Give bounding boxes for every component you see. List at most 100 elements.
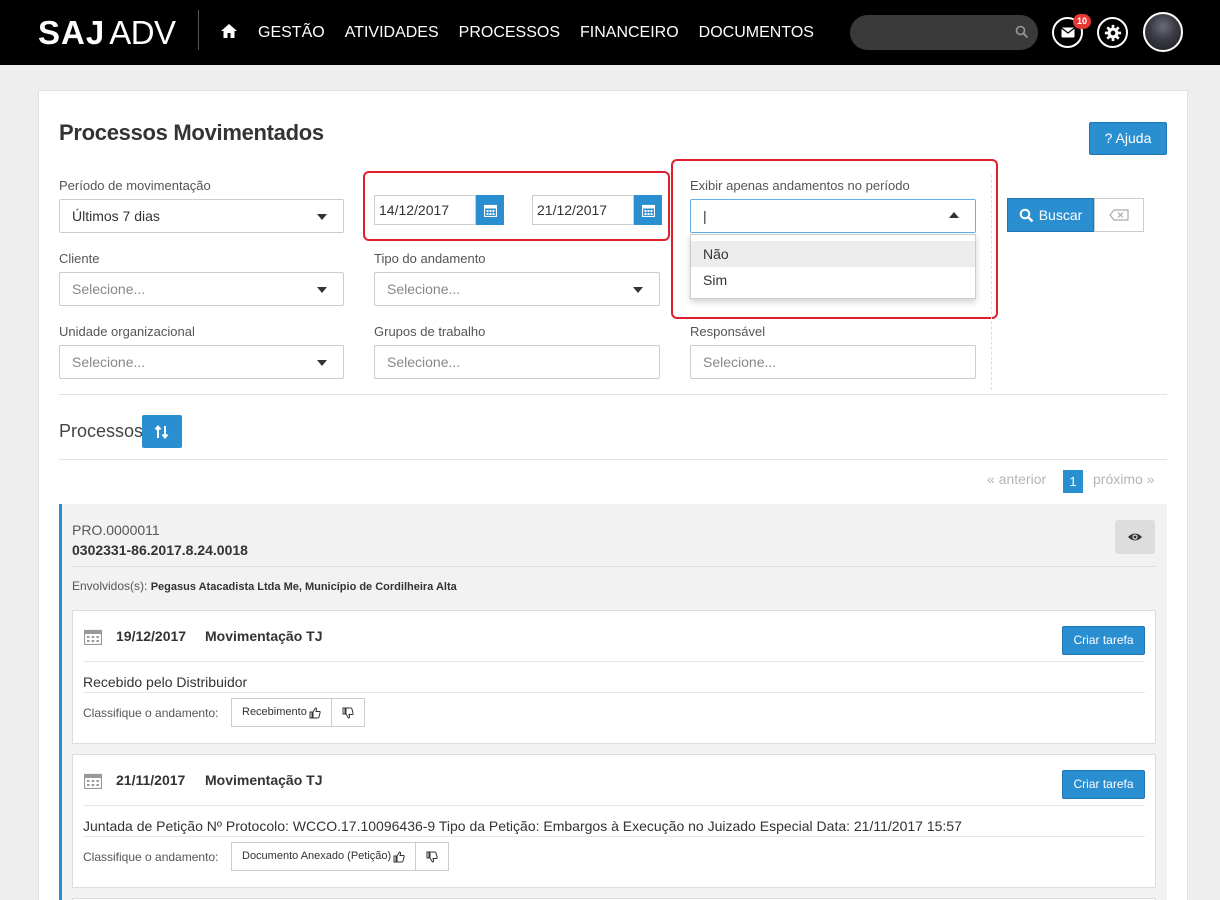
page-title: Processos Movimentados — [59, 120, 324, 145]
movement-divider — [83, 805, 1145, 806]
chevron-down-icon — [633, 287, 643, 293]
classify-positive-button[interactable]: Documento Anexado (Petição) — [232, 843, 417, 870]
movement-description: Juntada de Petição Nº Protocolo: WCCO.17… — [83, 818, 962, 834]
gear-icon — [1104, 24, 1121, 41]
search-button[interactable]: Buscar — [1007, 198, 1094, 232]
tipo-select-placeholder: Selecione... — [387, 281, 461, 297]
view-process-button[interactable] — [1115, 520, 1155, 554]
magnifier-icon — [1019, 208, 1034, 222]
pager-current[interactable]: 1 — [1063, 470, 1083, 493]
unidade-select[interactable]: Selecione... — [59, 345, 344, 379]
exibir-label: Exibir apenas andamentos no período — [690, 178, 910, 193]
classify-negative-button[interactable] — [416, 843, 448, 870]
app-logo[interactable]: SAJ ADV — [38, 14, 176, 52]
process-code: PRO.0000011 — [72, 522, 160, 538]
classify-label: Classifique o andamento: — [83, 706, 219, 720]
process-card-divider — [72, 566, 1156, 567]
sort-button[interactable] — [142, 415, 182, 448]
involved-label: Envolvidos(s): — [72, 579, 148, 593]
classify-value: Recebimento — [242, 706, 307, 718]
eye-icon — [1128, 533, 1142, 541]
movement-divider — [83, 661, 1145, 662]
chevron-up-icon — [949, 212, 959, 218]
settings-button[interactable] — [1097, 17, 1128, 48]
main-nav: GESTÃO ATIVIDADES PROCESSOS FINANCEIRO D… — [258, 0, 834, 65]
user-avatar[interactable] — [1143, 12, 1183, 52]
movement-divider — [83, 692, 1145, 693]
responsavel-label: Responsável — [690, 324, 766, 339]
search-input[interactable] — [862, 23, 1012, 43]
pager-next[interactable]: próximo » — [1093, 471, 1154, 487]
create-task-button[interactable]: Criar tarefa — [1062, 626, 1145, 655]
movement-divider — [83, 836, 1145, 837]
movement-description: Recebido pelo Distribuidor — [83, 674, 248, 690]
nav-documentos[interactable]: DOCUMENTOS — [699, 24, 814, 42]
involved-names: Pegasus Atacadista Ltda Me, Município de… — [150, 581, 457, 593]
date-from-calendar-button[interactable] — [476, 195, 504, 225]
top-navbar: SAJ ADV GESTÃO ATIVIDADES PROCESSOS FINAN… — [0, 0, 1220, 65]
thumbs-up-icon — [309, 706, 321, 718]
home-icon[interactable] — [220, 22, 238, 40]
process-involved: Envolvidos(s): Pegasus Atacadista Ltda M… — [72, 579, 457, 593]
eraser-icon — [1109, 209, 1129, 221]
grupos-select-placeholder: Selecione... — [387, 354, 461, 370]
unidade-label: Unidade organizacional — [59, 324, 195, 339]
option-sim[interactable]: Sim — [691, 267, 975, 293]
nav-processos[interactable]: PROCESSOS — [459, 24, 560, 42]
date-to-input[interactable]: 21/12/2017 — [532, 195, 634, 225]
classify-group: Documento Anexado (Petição) — [231, 842, 450, 871]
calendar-icon — [84, 773, 102, 789]
process-number[interactable]: 0302331-86.2017.8.24.0018 — [72, 542, 248, 558]
chevron-down-icon — [317, 287, 327, 293]
chevron-down-icon — [317, 360, 327, 366]
notification-badge: 10 — [1073, 14, 1091, 29]
calendar-icon — [641, 204, 655, 217]
pager-prev[interactable]: « anterior — [987, 471, 1046, 487]
section-divider — [59, 394, 1167, 395]
option-nao[interactable]: Não — [691, 241, 975, 267]
unidade-select-placeholder: Selecione... — [72, 354, 146, 370]
tipo-select[interactable]: Selecione... — [374, 272, 660, 306]
cliente-select[interactable]: Selecione... — [59, 272, 344, 306]
grupos-label: Grupos de trabalho — [374, 324, 486, 339]
thumbs-up-icon — [393, 850, 405, 862]
movement-date: 19/12/2017 — [116, 628, 187, 644]
global-search[interactable] — [850, 15, 1038, 50]
thumbs-down-icon — [342, 707, 354, 719]
periodo-label: Período de movimentação — [59, 178, 211, 193]
filters-divider — [991, 175, 992, 390]
cliente-select-placeholder: Selecione... — [72, 281, 146, 297]
periodo-select[interactable]: Últimos 7 dias — [59, 199, 344, 233]
search-button-label: Buscar — [1038, 207, 1083, 223]
date-from-input[interactable]: 14/12/2017 — [374, 195, 476, 225]
responsavel-select[interactable]: Selecione... — [690, 345, 976, 379]
calendar-icon — [483, 204, 497, 217]
cliente-label: Cliente — [59, 251, 100, 266]
help-button[interactable]: ? Ajuda — [1089, 122, 1167, 155]
sort-icon — [154, 424, 169, 439]
search-icon[interactable] — [1015, 25, 1029, 39]
responsavel-select-placeholder: Selecione... — [703, 354, 777, 370]
exibir-dropdown: Não Sim — [690, 234, 976, 299]
tipo-label: Tipo do andamento — [374, 251, 486, 266]
nav-atividades[interactable]: ATIVIDADES — [345, 24, 439, 42]
periodo-select-value: Últimos 7 dias — [72, 208, 160, 224]
classify-label: Classifique o andamento: — [83, 850, 219, 864]
grupos-select[interactable]: Selecione... — [374, 345, 660, 379]
movement-type: Movimentação TJ — [205, 628, 323, 644]
movement-type: Movimentação TJ — [205, 772, 323, 788]
classify-positive-button[interactable]: Recebimento — [232, 699, 332, 726]
nav-financeiro[interactable]: FINANCEIRO — [580, 24, 679, 42]
chevron-down-icon — [317, 214, 327, 220]
processes-section-title: Processos — [59, 421, 144, 441]
classify-value: Documento Anexado (Petição) — [242, 850, 392, 862]
logo-adv-text: ADV — [109, 14, 176, 51]
classify-negative-button[interactable] — [332, 699, 364, 726]
clear-filters-button[interactable] — [1094, 198, 1144, 232]
nav-gestao[interactable]: GESTÃO — [258, 24, 325, 42]
processes-divider — [59, 459, 1167, 460]
date-to-calendar-button[interactable] — [634, 195, 662, 225]
create-task-button[interactable]: Criar tarefa — [1062, 770, 1145, 799]
movement-date: 21/11/2017 — [116, 772, 186, 788]
exibir-select[interactable]: | — [690, 199, 976, 233]
